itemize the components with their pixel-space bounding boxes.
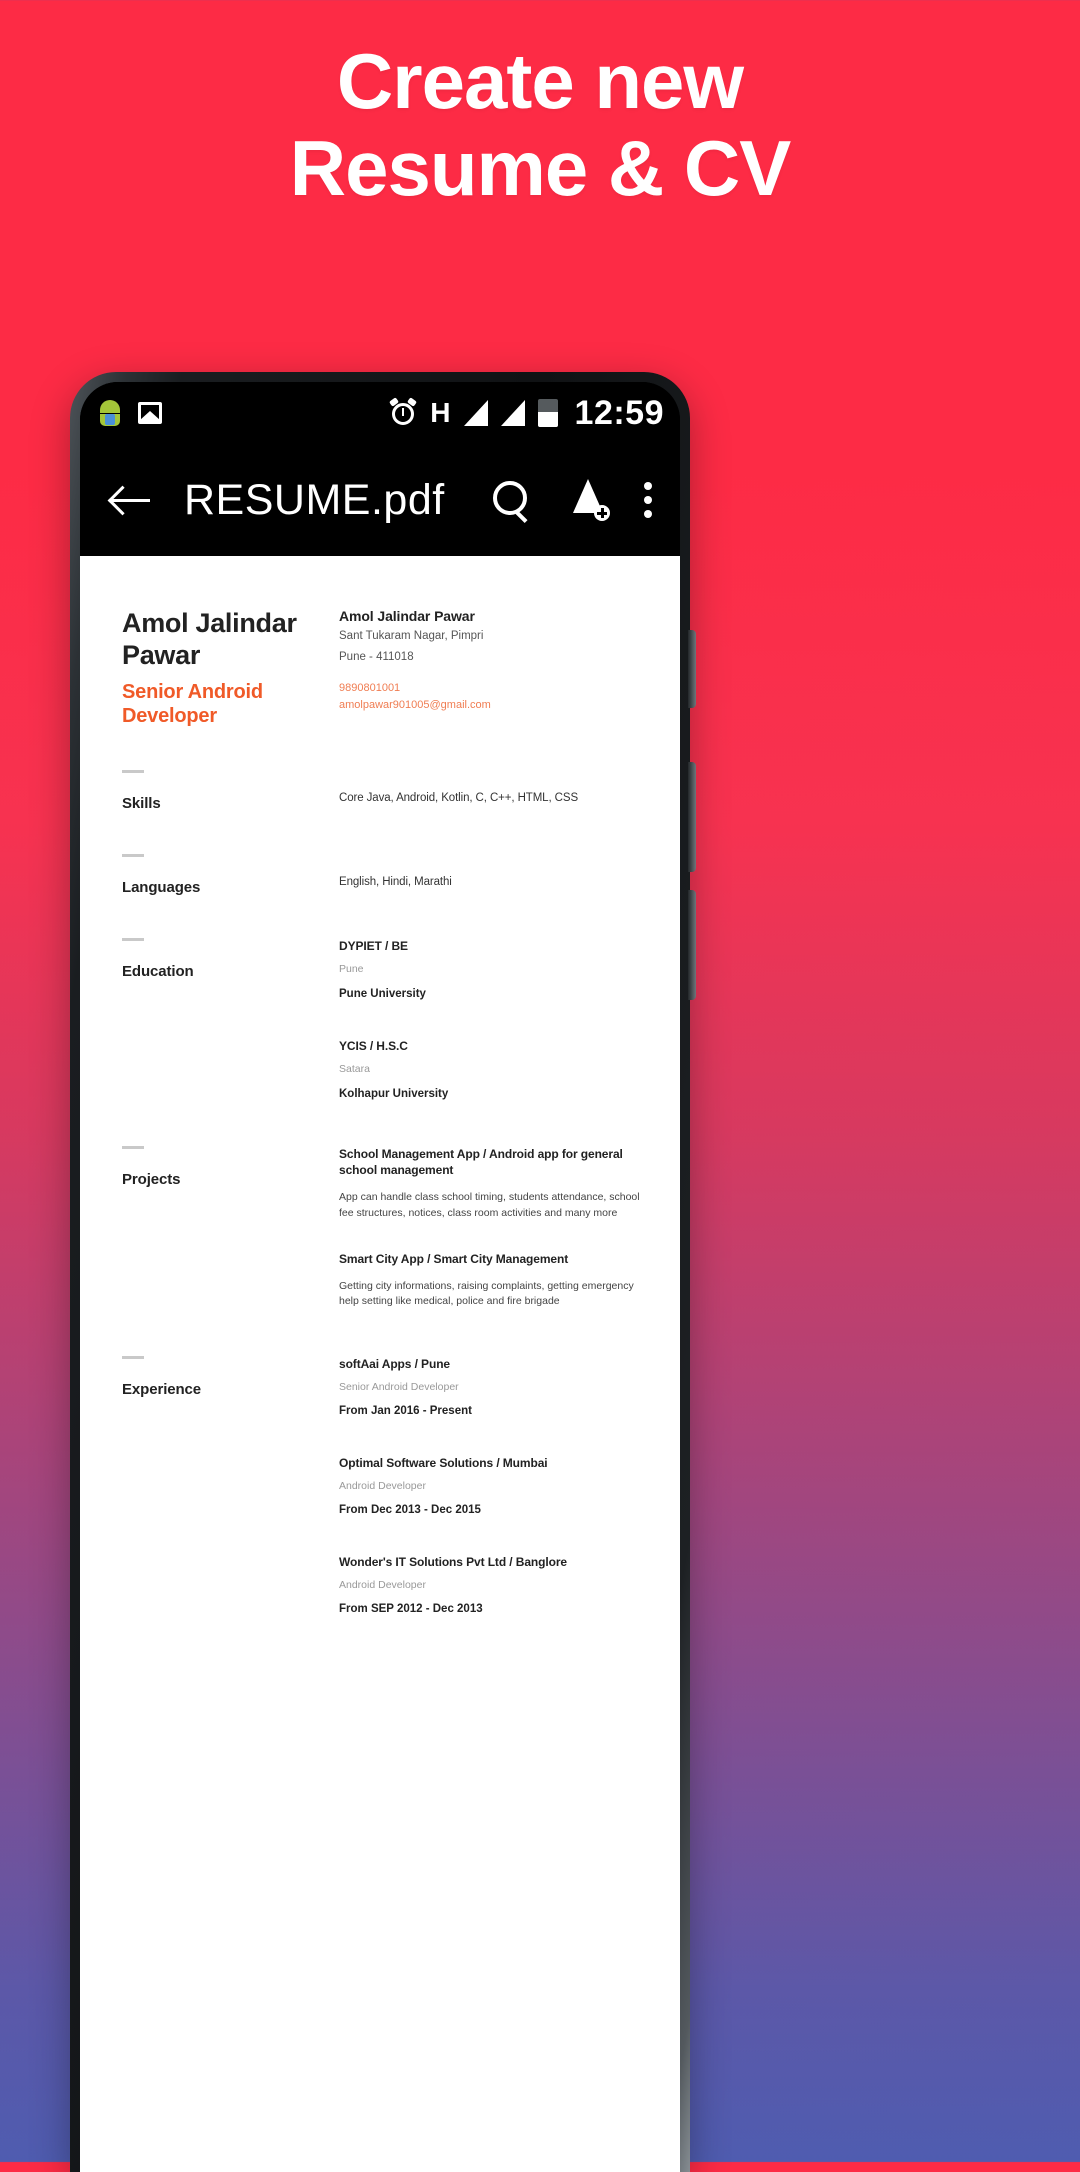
back-arrow-icon[interactable] (108, 477, 154, 523)
languages-value: English, Hindi, Marathi (339, 875, 452, 888)
phone-button-volume-down[interactable] (688, 762, 696, 872)
section-divider (122, 1146, 144, 1150)
contact-address-line-1: Sant Tukaram Nagar, Pimpri (339, 630, 484, 642)
more-options-icon[interactable] (644, 478, 654, 522)
page-title: RESUME.pdf (184, 475, 445, 524)
section-projects-content: School Management App / Android app for … (327, 1146, 640, 1313)
contact-name: Amol Jalindar Pawar (339, 608, 475, 624)
education-place: Satara (339, 1063, 370, 1076)
phone-mockup: H 12:59 RESUME.pdf Amol Jalindar Pawar S… (70, 372, 696, 2172)
experience-item: softAai Apps / Pune Senior Android Devel… (339, 1356, 640, 1417)
experience-company: softAai Apps / Pune (339, 1356, 450, 1371)
education-title: YCIS / H.S.C (339, 1038, 408, 1053)
phone-button-power[interactable] (688, 890, 696, 1000)
section-skills-label: Skills (122, 794, 161, 812)
phone-screen: H 12:59 RESUME.pdf Amol Jalindar Pawar S… (80, 382, 680, 2172)
experience-role: Android Developer (339, 1579, 426, 1592)
android-icon (98, 400, 122, 426)
section-divider (122, 769, 144, 773)
experience-company: Wonder's IT Solutions Pvt Ltd / Banglore (339, 1554, 567, 1569)
status-bar-right: H 12:59 (389, 394, 664, 433)
education-title: DYPIET / BE (339, 938, 408, 953)
section-experience: Experience softAai Apps / Pune Senior An… (122, 1355, 640, 1620)
experience-role: Senior Android Developer (339, 1380, 459, 1393)
section-projects-label-wrap: Projects (122, 1146, 327, 1313)
section-education-label-wrap: Education (122, 937, 327, 1104)
resume-name: Amol Jalindar Pawar (122, 608, 297, 670)
experience-company: Optimal Software Solutions / Mumbai (339, 1455, 548, 1470)
status-bar-clock: 12:59 (574, 393, 664, 432)
contact-email[interactable]: amolpawar901005@gmail.com (339, 698, 640, 714)
section-experience-label-wrap: Experience (122, 1355, 327, 1620)
status-bar-left (98, 400, 162, 426)
contact-address-line-2: Pune - 411018 (339, 651, 414, 664)
section-divider (122, 853, 144, 857)
section-languages: Languages English, Hindi, Marathi (122, 853, 640, 896)
experience-period: From Jan 2016 - Present (339, 1404, 472, 1417)
section-experience-content: softAai Apps / Pune Senior Android Devel… (327, 1356, 640, 1620)
promo-headline: Create new Resume & CV (0, 37, 1080, 213)
resume-identity: Amol Jalindar Pawar Senior Android Devel… (122, 608, 327, 728)
project-description: App can handle class school timing, stud… (339, 1191, 640, 1219)
headline-line-2: Resume & CV (289, 124, 792, 213)
project-item: School Management App / Android app for … (339, 1146, 640, 1221)
alarm-icon (389, 397, 418, 427)
hspa-icon: H (430, 397, 451, 428)
section-experience-label: Experience (122, 1380, 202, 1398)
section-divider (122, 937, 144, 941)
education-item: YCIS / H.S.C Satara Kolhapur University (339, 1038, 640, 1100)
education-item: DYPIET / BE Pune Pune University (339, 938, 640, 1000)
project-description: Getting city informations, raising compl… (339, 1280, 634, 1308)
section-projects: Projects School Management App / Android… (122, 1146, 640, 1313)
education-place: Pune (339, 962, 364, 975)
document-header: Amol Jalindar Pawar Senior Android Devel… (122, 608, 640, 728)
save-to-drive-icon[interactable] (566, 479, 610, 521)
experience-item: Optimal Software Solutions / Mumbai Andr… (339, 1455, 640, 1516)
project-title: Smart City App / Smart City Management (339, 1251, 569, 1266)
section-languages-label: Languages (122, 878, 201, 896)
section-skills-content: Core Java, Android, Kotlin, C, C++, HTML… (327, 770, 640, 812)
project-item: Smart City App / Smart City Management G… (339, 1251, 640, 1310)
pdf-document[interactable]: Amol Jalindar Pawar Senior Android Devel… (80, 556, 680, 2172)
signal-icon (463, 400, 488, 426)
contact-block: Amol Jalindar Pawar Sant Tukaram Nagar, … (327, 608, 640, 728)
section-education: Education DYPIET / BE Pune Pune Universi… (122, 937, 640, 1104)
app-toolbar: RESUME.pdf (80, 444, 680, 556)
section-skills: Skills Core Java, Android, Kotlin, C, C+… (122, 769, 640, 812)
resume-role: Senior Android Developer (122, 680, 263, 727)
experience-period: From Dec 2013 - Dec 2015 (339, 1503, 481, 1516)
section-education-content: DYPIET / BE Pune Pune University YCIS / … (327, 938, 640, 1104)
education-university: Kolhapur University (339, 1088, 449, 1101)
education-university: Pune University (339, 987, 426, 1000)
toolbar-actions (492, 478, 654, 522)
experience-role: Android Developer (339, 1479, 426, 1492)
skills-value: Core Java, Android, Kotlin, C, C++, HTML… (339, 791, 579, 804)
battery-icon (537, 399, 558, 427)
section-projects-label: Projects (122, 1171, 181, 1189)
phone-button-volume-up[interactable] (688, 630, 696, 708)
image-icon (138, 402, 162, 424)
search-icon[interactable] (492, 480, 532, 520)
section-education-label: Education (122, 962, 194, 980)
experience-item: Wonder's IT Solutions Pvt Ltd / Banglore… (339, 1554, 640, 1615)
section-divider (122, 1355, 144, 1359)
section-languages-content: English, Hindi, Marathi (327, 854, 640, 896)
headline-line-1: Create new (336, 37, 744, 125)
status-bar: H 12:59 (80, 382, 680, 444)
project-title: School Management App / Android app for … (339, 1147, 623, 1178)
section-skills-label-wrap: Skills (122, 769, 327, 812)
experience-period: From SEP 2012 - Dec 2013 (339, 1603, 483, 1616)
section-languages-label-wrap: Languages (122, 853, 327, 896)
contact-phone[interactable]: 9890801001 (339, 681, 640, 697)
signal-icon (500, 400, 525, 426)
